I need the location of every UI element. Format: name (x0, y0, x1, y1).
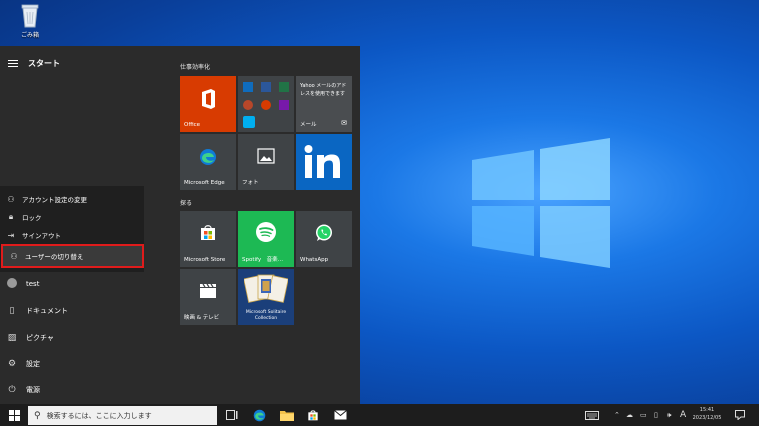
sign-out-icon: ⇥ (7, 230, 15, 240)
group-label-productivity: 仕事効率化 (180, 64, 211, 71)
user-name: test (26, 280, 40, 288)
group-label-explore: 探る (180, 200, 193, 207)
tile-yahoo-mail[interactable]: Yahoo メールのアドレスを使用できます メール ✉ (296, 76, 352, 132)
tile-linkedin[interactable] (296, 134, 352, 190)
tile-solitaire-label: Microsoft Solitaire Collection (245, 310, 287, 321)
start-header: スタート (8, 58, 60, 69)
windows-logo-wallpaper (472, 138, 610, 268)
lock-icon: 🔒︎ (8, 212, 14, 221)
photos-icon (257, 148, 275, 164)
mail-taskbar-icon[interactable] (332, 407, 348, 423)
linkedin-icon (304, 145, 340, 178)
switch-user-icon: ⚇ (10, 251, 18, 261)
gear-icon: ⚙ (7, 359, 17, 369)
start-title: スタート (28, 59, 60, 68)
tile-movies-label: 映画 & テレビ (184, 315, 220, 321)
clapperboard-icon (200, 283, 216, 298)
recycle-bin-icon (19, 2, 41, 28)
mail-icon: ✉ (341, 119, 347, 127)
spotify-icon (256, 222, 276, 242)
settings-label: 設定 (26, 360, 40, 368)
switch-user-item[interactable]: ⚇ ユーザーの切り替え (1, 244, 144, 268)
taskbar-search-box[interactable]: ⚲ 検索するには、ここに入力します (28, 406, 217, 425)
recycle-bin-label: ごみ箱 (20, 32, 39, 39)
ime-indicator[interactable]: A (680, 404, 686, 426)
task-view-icon[interactable] (224, 407, 240, 423)
onedrive-icon[interactable]: ☁ (626, 404, 633, 426)
person-settings-icon: ⚇ (7, 194, 15, 204)
onenote-icon (261, 100, 271, 110)
edge-icon (200, 149, 216, 165)
whatsapp-icon (316, 224, 332, 241)
tile-solitaire[interactable]: Microsoft Solitaire Collection (238, 269, 294, 325)
sign-out-label: サインアウト (22, 232, 61, 240)
notification-center-icon[interactable] (735, 404, 745, 426)
power-item[interactable]: ⏻ 電源 (0, 377, 144, 403)
chevron-up-icon[interactable]: ⌃ (614, 404, 620, 426)
start-rail: スタート ⚇ アカウント設定の変更 🔒︎ ロック ⇥ サインアウト ⚇ ユーザー… (0, 46, 144, 404)
tile-yahoo-text: Yahoo メールのアドレスを使用できます (300, 83, 347, 97)
account-menu: ⚇ アカウント設定の変更 🔒︎ ロック ⇥ サインアウト ⚇ ユーザーの切り替え (0, 186, 144, 272)
recycle-bin[interactable]: ごみ箱 (10, 2, 50, 39)
tile-office-label: Office (184, 122, 201, 128)
tile-whatsapp-label: WhatsApp (300, 257, 329, 263)
windows-start-icon (8, 409, 20, 421)
account-settings-label: アカウント設定の変更 (22, 196, 87, 204)
tile-photos-label: フォト (242, 180, 259, 186)
start-menu: スタート ⚇ アカウント設定の変更 🔒︎ ロック ⇥ サインアウト ⚇ ユーザー… (0, 46, 360, 404)
tile-store-label: Microsoft Store (184, 257, 226, 263)
word-icon (261, 82, 271, 92)
tile-office[interactable]: Office (180, 76, 236, 132)
store-bag-icon (201, 225, 215, 240)
battery-icon[interactable]: ▯ (654, 404, 658, 426)
documents-item[interactable]: ▯ ドキュメント (0, 298, 144, 324)
tile-movies-tv[interactable]: 映画 & テレビ (180, 269, 236, 325)
tile-edge-label: Microsoft Edge (184, 180, 225, 186)
tile-photos[interactable]: フォト (238, 134, 294, 190)
search-icon: ⚲ (34, 410, 41, 421)
user-account-item[interactable]: test (0, 271, 144, 297)
lock-label: ロック (22, 214, 42, 222)
tile-edge[interactable]: Microsoft Edge (180, 134, 236, 190)
pictures-item[interactable]: ▨ ピクチャ (0, 325, 144, 351)
power-label: 電源 (26, 386, 40, 394)
clock[interactable]: 15:41 2023/12/05 (687, 406, 727, 422)
power-icon: ⏻ (8, 385, 16, 395)
hamburger-menu-icon[interactable] (8, 60, 18, 67)
outlook-icon (243, 82, 253, 92)
taskbar: ⚲ 検索するには、ここに入力します ⌃ ☁ ▭ ▯ 🕪︎ A 15:41 202… (0, 404, 759, 426)
avatar (6, 277, 18, 291)
store-taskbar-icon[interactable] (305, 407, 321, 423)
sign-out-item[interactable]: ⇥ サインアウト (0, 224, 144, 246)
playing-cards-icon (244, 274, 288, 303)
skype-icon (243, 116, 255, 128)
tile-whatsapp[interactable]: WhatsApp (296, 211, 352, 267)
tile-spotify[interactable]: Spotify 音楽… (238, 211, 294, 267)
picture-icon: ▨ (7, 333, 17, 343)
tile-office-apps-folder[interactable] (238, 76, 294, 132)
touch-keyboard-icon[interactable] (585, 404, 599, 426)
settings-item[interactable]: ⚙ 設定 (0, 351, 144, 377)
edge-taskbar-icon[interactable] (251, 407, 267, 423)
search-placeholder: 検索するには、ここに入力します (46, 411, 152, 420)
powerpoint-icon (243, 100, 253, 110)
network-icon[interactable]: ▭ (640, 404, 647, 426)
start-button[interactable] (3, 404, 25, 426)
volume-icon[interactable]: 🕪︎ (667, 404, 671, 426)
tile-spotify-label: Spotify 音楽… (242, 257, 284, 263)
documents-label: ドキュメント (26, 307, 68, 315)
clock-date: 2023/12/05 (692, 415, 722, 421)
pictures-label: ピクチャ (26, 334, 54, 342)
onenote-purple-icon (279, 100, 289, 110)
excel-icon (279, 82, 289, 92)
switch-user-label: ユーザーの切り替え (25, 253, 84, 261)
clock-time: 15:41 (699, 407, 715, 413)
document-icon: ▯ (9, 306, 15, 316)
file-explorer-icon[interactable] (279, 407, 295, 423)
office-icon (202, 89, 215, 109)
tile-store[interactable]: Microsoft Store (180, 211, 236, 267)
